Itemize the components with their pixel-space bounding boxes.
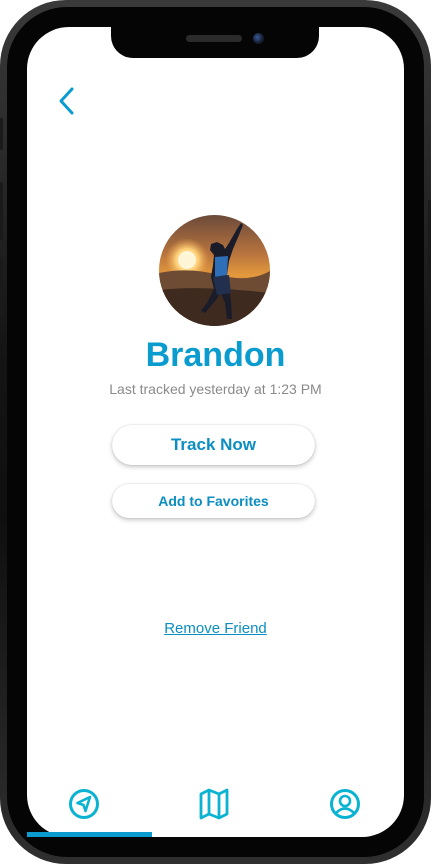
volume-up-button — [0, 182, 3, 240]
tab-selected-indicator — [27, 832, 152, 837]
navigation-arrow-icon — [69, 789, 99, 819]
tab-profile[interactable] — [325, 784, 365, 824]
tab-track[interactable] — [64, 784, 104, 824]
track-now-button[interactable]: Track Now — [112, 425, 315, 465]
tab-map[interactable] — [194, 784, 234, 824]
add-to-favorites-button[interactable]: Add to Favorites — [112, 484, 315, 518]
chevron-left-icon — [59, 87, 74, 115]
front-camera — [253, 33, 264, 44]
user-circle-icon — [330, 789, 360, 819]
avatar-photo — [159, 215, 270, 326]
mute-switch — [0, 118, 3, 150]
avatar — [159, 215, 270, 326]
back-button[interactable] — [52, 82, 86, 120]
map-icon — [199, 788, 229, 820]
last-tracked-text: Last tracked yesterday at 1:23 PM — [109, 381, 322, 397]
speaker — [186, 35, 242, 42]
friend-name: Brandon — [145, 336, 286, 374]
volume-down-button — [0, 258, 3, 316]
remove-friend-row: Remove Friend — [0, 620, 431, 638]
remove-friend-link[interactable]: Remove Friend — [164, 620, 267, 637]
